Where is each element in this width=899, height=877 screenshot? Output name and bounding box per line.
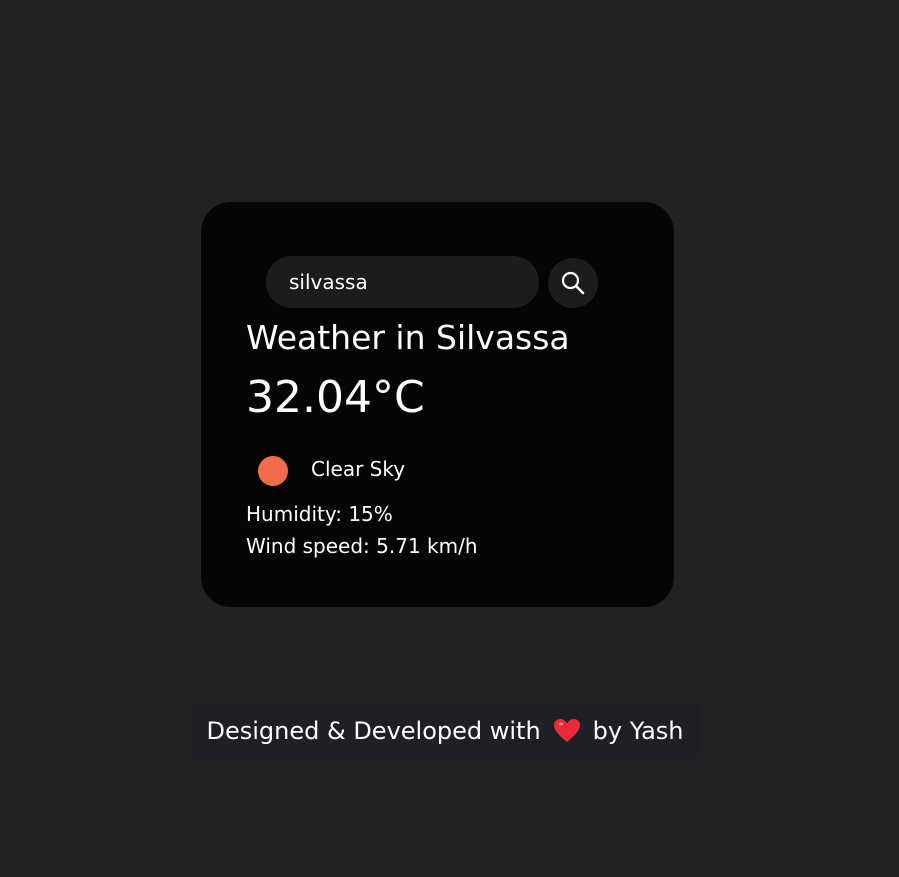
footer-prefix: Designed & Developed with [206, 716, 541, 745]
wind-speed-text: Wind speed: 5.71 km/h [246, 534, 478, 558]
temperature-value: 32.04°C [246, 372, 425, 423]
footer-suffix: by Yash [592, 716, 684, 745]
search-button[interactable] [548, 258, 598, 308]
heart-icon [553, 718, 581, 743]
footer-credit: Designed & Developed with by Yash [191, 702, 699, 759]
search-input[interactable] [266, 256, 539, 308]
humidity-text: Humidity: 15% [246, 502, 393, 526]
sun-icon [258, 456, 288, 486]
condition-text: Clear Sky [311, 457, 406, 481]
search-icon [560, 270, 586, 296]
city-title: Weather in Silvassa [246, 318, 570, 357]
weather-card: Weather in Silvassa 32.04°C Clear Sky Hu… [201, 202, 674, 607]
